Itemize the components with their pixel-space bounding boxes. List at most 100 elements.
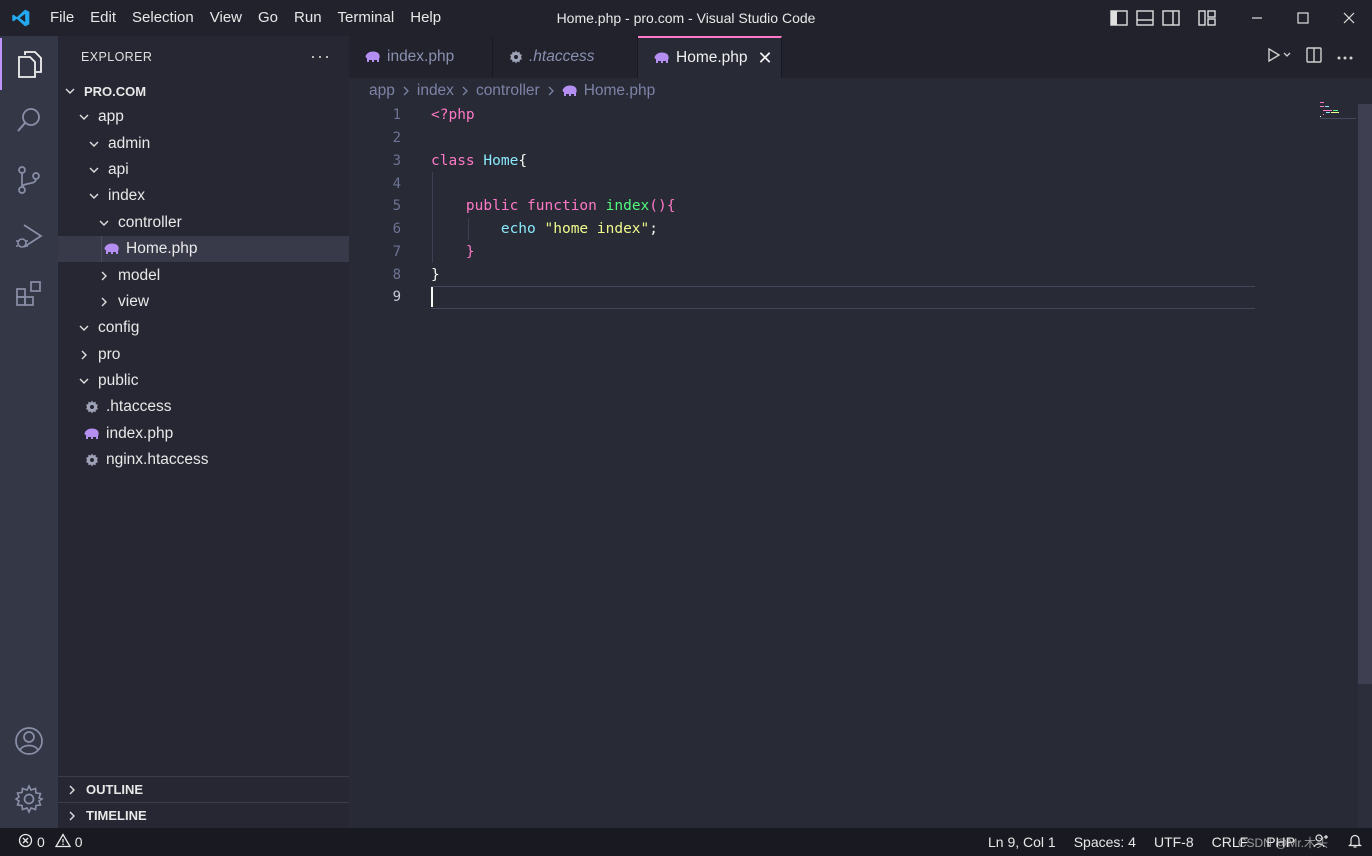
chevron-right-icon [401, 84, 411, 99]
tree-file-home-php[interactable]: Home.php [58, 235, 349, 263]
close-icon[interactable]: ✕ [758, 48, 773, 69]
tree-folder-api[interactable]: api [58, 157, 349, 183]
vscode-logo-icon [0, 0, 42, 36]
maximize-icon[interactable] [1280, 0, 1326, 36]
minimap[interactable] [1320, 102, 1356, 122]
toggle-primary-sidebar-icon[interactable] [1110, 9, 1128, 27]
scrollbar-thumb[interactable] [1358, 104, 1372, 684]
title-bar: File Edit Selection View Go Run Terminal… [0, 0, 1372, 36]
more-actions-icon[interactable] [1336, 48, 1354, 66]
source-control-icon[interactable] [0, 154, 58, 206]
tree-item-label: Home.php [126, 240, 198, 258]
notifications-icon[interactable] [1338, 833, 1372, 852]
menu-edit[interactable]: Edit [82, 0, 124, 36]
tree-item-label: app [98, 108, 124, 126]
run-icon[interactable] [1266, 47, 1292, 68]
menu-file[interactable]: File [42, 0, 82, 36]
semicolon: ; [649, 221, 658, 238]
tree-folder-app[interactable]: app [58, 104, 349, 130]
minimize-icon[interactable] [1234, 0, 1280, 36]
php-elephant-icon [104, 243, 120, 255]
code-line-2: 2 [349, 127, 1372, 150]
more-actions-icon[interactable]: ··· [310, 46, 331, 67]
line-number: 9 [392, 289, 401, 306]
line-number: 4 [392, 175, 401, 192]
account-icon[interactable] [0, 715, 58, 767]
function-name: index [605, 198, 650, 215]
gear-icon[interactable] [0, 773, 58, 825]
indentation[interactable]: Spaces: 4 [1065, 834, 1145, 850]
line-number: 5 [392, 198, 401, 215]
tree-folder-view[interactable]: view [58, 289, 349, 315]
tab-index-php[interactable]: index.php [349, 36, 493, 78]
tree-item-label: view [118, 292, 150, 310]
chevron-right-icon [546, 84, 556, 99]
tree-folder-admin[interactable]: admin [58, 130, 349, 156]
code-line-8: 8 } [349, 263, 1372, 286]
breadcrumb-item[interactable]: index [417, 82, 454, 100]
encoding[interactable]: UTF-8 [1145, 834, 1203, 850]
run-debug-icon[interactable] [0, 210, 58, 262]
tree-folder-pro[interactable]: pro [58, 342, 349, 368]
tree-folder-controller[interactable]: controller [58, 210, 349, 236]
tree-folder-config[interactable]: config [58, 315, 349, 341]
chevron-down-icon [76, 111, 92, 123]
tree-item-label: api [108, 160, 129, 178]
chevron-right-icon [96, 270, 112, 282]
menu-view[interactable]: View [202, 0, 250, 36]
class-name: Home [483, 152, 519, 169]
tree-item-label: controller [118, 213, 182, 231]
tab-htaccess[interactable]: .htaccess [493, 36, 638, 78]
menu-help[interactable]: Help [402, 0, 449, 36]
explorer-title: EXPLORER [81, 50, 153, 64]
menu-go[interactable]: Go [250, 0, 286, 36]
search-icon[interactable] [0, 94, 58, 146]
line-number: 6 [392, 221, 401, 238]
workspace-root[interactable]: PRO.COM [58, 78, 349, 104]
line-number: 8 [392, 266, 401, 283]
tree-folder-model[interactable]: model [58, 262, 349, 288]
customize-layout-icon[interactable] [1198, 9, 1216, 27]
breadcrumb-item[interactable]: Home.php [584, 82, 656, 100]
toggle-secondary-sidebar-icon[interactable] [1162, 9, 1180, 27]
menu-selection[interactable]: Selection [124, 0, 202, 36]
extensions-icon[interactable] [0, 268, 58, 320]
tree-item-label: index.php [106, 424, 174, 442]
code-line-5: 5 public function index(){ [349, 195, 1372, 218]
code-line-3: 3 class Home{ [349, 150, 1372, 173]
breadcrumb-item[interactable]: app [369, 82, 395, 100]
breadcrumb: app index controller Home.php [349, 78, 1372, 104]
paren: (){ [649, 198, 676, 215]
menu-terminal[interactable]: Terminal [330, 0, 403, 36]
timeline-section[interactable]: TIMELINE [58, 802, 349, 828]
tree-folder-public[interactable]: public [58, 368, 349, 394]
menu-bar: File Edit Selection View Go Run Terminal… [42, 0, 449, 36]
tab-home-php[interactable]: Home.php ✕ [638, 36, 782, 78]
line-number: 7 [392, 243, 401, 260]
close-window-icon[interactable] [1326, 0, 1372, 36]
tab-label: .htaccess [529, 48, 595, 65]
menu-run[interactable]: Run [286, 0, 330, 36]
explorer-sidebar: EXPLORER ··· PRO.COM app admin api index… [58, 36, 349, 828]
tree-folder-index[interactable]: index [58, 183, 349, 209]
breadcrumb-item[interactable]: controller [476, 82, 540, 100]
problems-indicator[interactable]: 0 0 [0, 833, 83, 851]
split-editor-icon[interactable] [1306, 46, 1322, 68]
explorer-header: EXPLORER ··· [58, 36, 349, 78]
chevron-down-icon [96, 217, 112, 229]
toggle-panel-icon[interactable] [1136, 9, 1154, 27]
tree-file-index-php[interactable]: index.php [58, 421, 349, 447]
tree-file-htaccess[interactable]: .htaccess [58, 394, 349, 420]
brace: { [518, 152, 528, 169]
current-line-highlight [431, 285, 1255, 309]
files-icon[interactable] [0, 38, 58, 90]
cursor-position[interactable]: Ln 9, Col 1 [979, 834, 1065, 850]
outline-section[interactable]: OUTLINE [58, 776, 349, 802]
tree-item-label: nginx.htaccess [106, 451, 209, 469]
code-lines[interactable]: 1 <?php 2 3 class Home{ 4 5 public funct… [349, 104, 1372, 309]
gear-icon [509, 50, 523, 64]
code-editor[interactable]: app index controller Home.php 1 <?php 2 … [349, 78, 1372, 828]
warning-icon [54, 833, 71, 851]
chevron-right-icon [64, 810, 80, 822]
tree-file-nginx-htaccess[interactable]: nginx.htaccess [58, 447, 349, 473]
